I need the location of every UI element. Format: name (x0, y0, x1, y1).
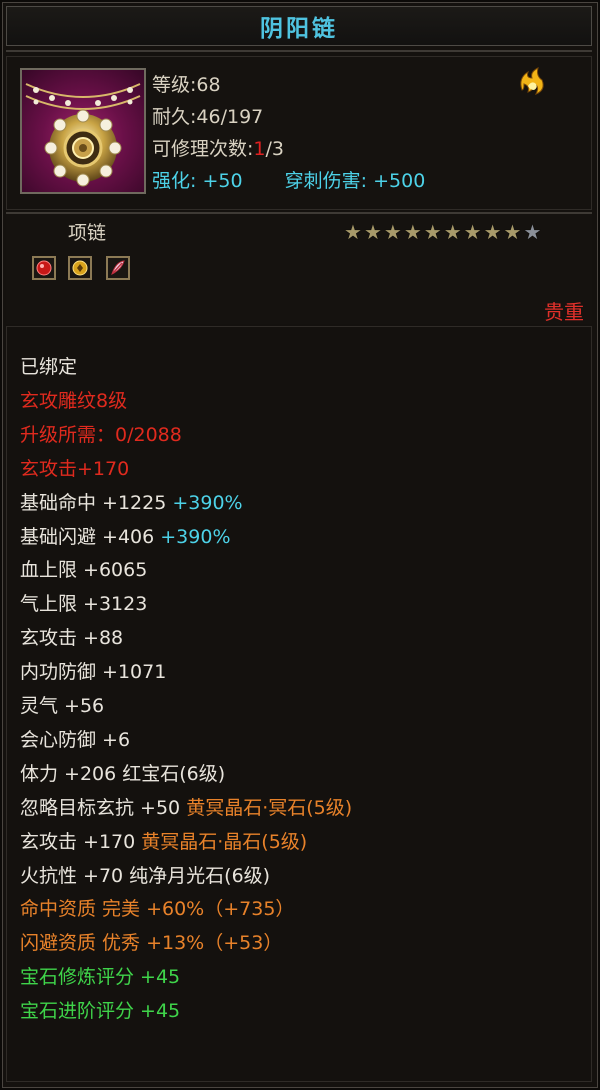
star-filled-icon: ★ (403, 220, 422, 244)
stat-text: 升级所需：0/2088 (20, 423, 182, 446)
stat-row: 灵气 +56 (20, 694, 104, 718)
star-filled-icon: ★ (423, 220, 442, 244)
star-filled-icon: ★ (363, 220, 382, 244)
stat-text: 内功防御 +1071 (20, 661, 167, 684)
fire-element-icon (514, 64, 548, 98)
stat-row: 忽略目标玄抗 +50 黄冥晶石·冥石(5级) (20, 796, 352, 820)
stat-row: 火抗性 +70 纯净月光石(6级) (20, 864, 270, 888)
star-filled-icon: ★ (483, 220, 502, 244)
enhance-label: 强化: (152, 170, 197, 192)
star-filled-icon: ★ (503, 220, 522, 244)
stat-text: 玄攻击 +170 (20, 830, 142, 853)
gold-gem-icon[interactable] (68, 256, 92, 280)
stat-row: 体力 +206 红宝石(6级) (20, 762, 225, 786)
stat-row: 宝石进阶评分 +45 (20, 999, 180, 1023)
stat-text: 宝石进阶评分 +45 (20, 1000, 181, 1023)
level-label: 等级: (152, 74, 197, 96)
stat-row: 命中资质 完美 +60%（+735） (20, 897, 294, 921)
rarity-label: 贵重 (544, 300, 584, 324)
stat-row: 玄攻击 +170 黄冥晶石·晶石(5级) (20, 830, 307, 854)
stat-text: 会心防御 +6 (20, 728, 131, 751)
stat-text: 基础命中 +1225 (20, 491, 173, 514)
stat-row: 血上限 +6065 (20, 558, 147, 582)
star-filled-icon: ★ (383, 220, 402, 244)
red-gem-icon[interactable] (32, 256, 56, 280)
stat-text: 命中资质 完美 +60%（+735） (20, 898, 295, 921)
stat-text: 基础闪避 +406 (20, 525, 161, 548)
repair-total: /3 (265, 138, 285, 160)
star-empty-icon: ★ (523, 220, 542, 244)
repair-used: 1 (253, 138, 266, 160)
stat-text: 灵气 +56 (20, 695, 105, 717)
stat-text: 玄攻雕纹8级 (20, 389, 128, 412)
stat-row: 玄攻击 +88 (20, 626, 123, 650)
stat-text: 玄攻击 +88 (20, 627, 124, 650)
durability-value: 46/197 (196, 106, 264, 128)
star-filled-icon: ★ (443, 220, 462, 244)
feather-gem-icon[interactable] (106, 256, 130, 280)
star-filled-icon: ★ (463, 220, 482, 244)
enhance-value: +50 (202, 170, 243, 192)
divider (6, 50, 592, 52)
stat-row: 气上限 +3123 (20, 592, 147, 616)
level-value: 68 (196, 74, 221, 96)
durability-label: 耐久: (152, 106, 197, 128)
star-filled-icon: ★ (344, 220, 362, 244)
stat-text: 火抗性 +70 纯净月光石(6级) (20, 864, 271, 887)
stat-row: 会心防御 +6 (20, 728, 130, 752)
stat-row: 宝石修炼评分 +45 (20, 965, 180, 989)
item-type: 项链 (68, 222, 107, 244)
stat-row: 升级所需：0/2088 (20, 423, 182, 447)
stat-row: 玄攻雕纹8级 (20, 389, 127, 413)
stat-text: 气上限 +3123 (20, 593, 148, 616)
stat-row: 玄攻击+170 (20, 457, 129, 481)
title-bar: 阴阳链 (6, 6, 592, 46)
stat-text: 已绑定 (20, 356, 78, 378)
pierce-label: 穿刺伤害: (284, 170, 368, 192)
stat-row: 闪避资质 优秀 +13%（+53） (20, 931, 282, 955)
star-rating: ★ ★ ★ ★ ★ ★ ★ ★ ★ ★ (344, 222, 541, 242)
stat-text: 闪避资质 优秀 +13%（+53） (20, 932, 283, 955)
stat-text: 血上限 +6065 (20, 559, 148, 582)
stat-text: 宝石修炼评分 +45 (20, 966, 181, 989)
enhance-row: 强化: +50 穿刺伤害: +500 (152, 166, 425, 193)
necklace-icon[interactable] (20, 68, 146, 194)
durability-row: 耐久:46/197 (152, 102, 263, 129)
stat-text: +390% (172, 491, 243, 514)
stat-text: +390% (160, 525, 231, 548)
stat-row: 已绑定 (20, 355, 77, 379)
stat-text: 玄攻击+170 (20, 457, 130, 480)
stat-row: 内功防御 +1071 (20, 660, 166, 684)
repair-label: 可修理次数: (152, 138, 254, 160)
stat-text: 体力 +206 红宝石(6级) (20, 762, 226, 785)
stat-text: 黄冥晶石·晶石(5级) (141, 830, 308, 853)
pierce-value: +500 (373, 170, 426, 192)
stat-text: 忽略目标玄抗 +50 (20, 796, 187, 819)
stat-text: 黄冥晶石·冥石(5级) (186, 796, 353, 819)
repair-row: 可修理次数:1/3 (152, 134, 284, 161)
stat-row: 基础闪避 +406 +390% (20, 525, 231, 549)
level-row: 等级:68 (152, 70, 221, 97)
item-title: 阴阳链 (260, 16, 338, 42)
stat-row: 基础命中 +1225 +390% (20, 491, 243, 515)
